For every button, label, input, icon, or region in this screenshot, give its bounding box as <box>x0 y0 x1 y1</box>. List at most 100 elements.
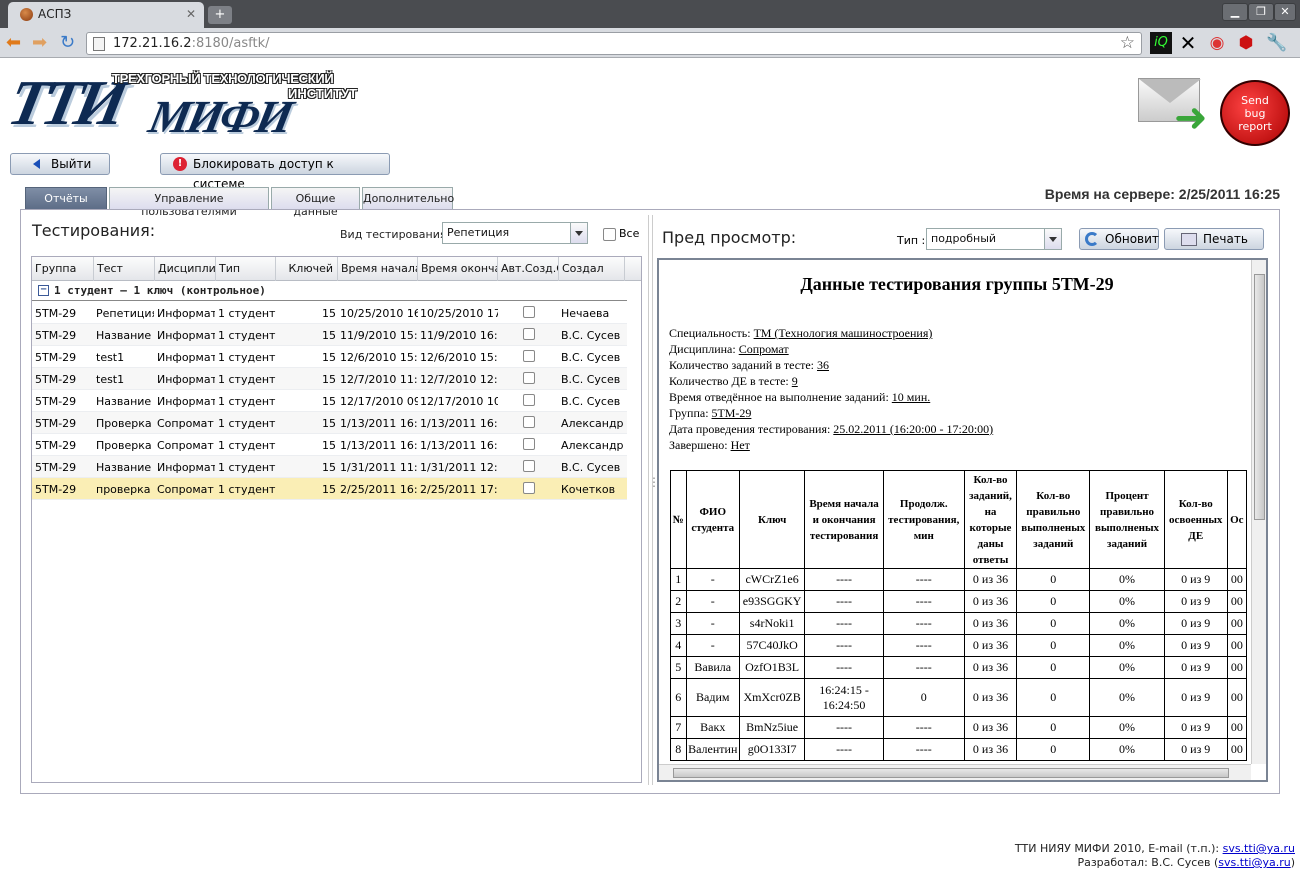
exit-button[interactable]: Выйти <box>10 153 110 175</box>
auto-created-checkbox[interactable] <box>523 460 535 472</box>
tab-user-management[interactable]: Управление пользователями <box>109 187 269 218</box>
table-row[interactable]: 5ТМ-29 test1 Информати1 студент – 15 12/7/20… <box>32 368 627 390</box>
tab-general-data[interactable]: Общие данные <box>271 187 360 218</box>
footer-email-link[interactable]: svs.tti@ya.ru <box>1223 842 1295 855</box>
splitter-handle[interactable] <box>648 215 660 785</box>
report-cell: 0 из 9 <box>1163 568 1228 591</box>
report-cell: 0% <box>1089 716 1165 739</box>
table-row[interactable]: 5ТМ-29 Проверка Сопромат 1 студент – 15 1/13/… <box>32 412 627 434</box>
cell-keys: 15 <box>322 329 336 342</box>
col-start-time[interactable]: Время начала <box>338 257 418 281</box>
back-triangle-icon <box>33 159 40 169</box>
table-row[interactable]: 5ТМ-29 Название тИнформати1 студент – 15 11… <box>32 324 627 346</box>
auto-created-checkbox[interactable] <box>523 372 535 384</box>
new-tab-button[interactable]: + <box>208 6 232 24</box>
browser-tab[interactable]: АСПЗ ✕ <box>8 2 204 28</box>
table-row[interactable]: 5ТМ-29 РепетицияИнформати1 студент – 15 10/… <box>32 302 627 324</box>
test-type-select[interactable]: Репетиция <box>442 222 588 244</box>
print-button[interactable]: Печать <box>1164 228 1264 250</box>
collapse-icon[interactable]: − <box>38 285 49 296</box>
restore-icon[interactable]: ❐ <box>1248 3 1274 21</box>
vertical-scrollbar[interactable] <box>1251 260 1266 764</box>
report-row: 4-57C40JkO ---- ---- 0 из 36 0 0% 0 из 9 00 <box>670 634 1247 657</box>
iq-extension-icon[interactable]: iQ <box>1150 32 1172 54</box>
col-discipline[interactable]: Дисциплин <box>155 257 216 281</box>
auto-created-checkbox[interactable] <box>523 416 535 428</box>
tab-additional[interactable]: Дополнительно <box>362 187 454 209</box>
scroll-thumb[interactable] <box>1254 274 1265 520</box>
info-value: 5ТМ-29 <box>711 406 752 420</box>
auto-created-checkbox[interactable] <box>523 438 535 450</box>
table-row[interactable]: 5ТМ-29 Название тИнформати1 студент – 15 1/… <box>32 456 627 478</box>
forward-arrow-icon[interactable]: ➡ <box>32 33 47 53</box>
stop-extension-icon[interactable]: ⬢ <box>1235 32 1257 54</box>
tab-title: АСПЗ <box>38 7 72 21</box>
auto-created-checkbox[interactable] <box>523 482 535 494</box>
col-group[interactable]: Группа <box>32 257 94 281</box>
block-access-button[interactable]: ! Блокировать доступ к системе <box>160 153 390 191</box>
cell-group: 5ТМ-29 <box>35 461 77 474</box>
auto-created-checkbox[interactable] <box>523 350 535 362</box>
col-test[interactable]: Тест <box>94 257 155 281</box>
table-row[interactable]: 5ТМ-29 test1 Информати1 студент – 15 12/6/20… <box>32 346 627 368</box>
footer-dev-link[interactable]: svs.tti@ya.ru <box>1218 856 1290 869</box>
report-cell: 4 <box>670 634 687 657</box>
report-info-line: Специальность: ТМ (Технология машиностро… <box>669 326 932 341</box>
report-cell: 0 из 36 <box>963 716 1018 739</box>
report-cell: cWCrZ1e6 <box>739 568 806 591</box>
report-row: 5 Вавила OzfO1B3L ---- ---- 0 из 36 0 0% 0 из 90… <box>670 656 1247 679</box>
cell-group: 5ТМ-29 <box>35 329 77 342</box>
cell-keys: 15 <box>322 483 336 496</box>
col-keys[interactable]: Ключей <box>276 257 338 281</box>
col-created-by[interactable]: Создал <box>559 257 625 281</box>
chevron-down-icon[interactable] <box>570 223 587 243</box>
preview-type-select[interactable]: подробный <box>926 228 1062 250</box>
all-checkbox[interactable] <box>603 228 616 241</box>
auto-created-checkbox[interactable] <box>523 394 535 406</box>
minimize-icon[interactable]: ▁ <box>1222 3 1248 21</box>
address-bar[interactable]: 172.21.16.2:8180/asftk/ ☆ <box>86 32 1142 55</box>
chrome-extension-icon[interactable]: ◉ <box>1206 32 1228 54</box>
close-window-icon[interactable]: ✕ <box>1274 3 1296 21</box>
report-cell: g0O133I7 <box>739 738 806 761</box>
x-extension-icon[interactable]: ✕ <box>1177 32 1199 54</box>
cell-type: 1 студент – <box>218 417 276 430</box>
bookmark-star-icon[interactable]: ☆ <box>1120 33 1135 53</box>
table-row[interactable]: 5ТМ-29 Проверка Сопромат 1 студент – 15 1/13/… <box>32 434 627 456</box>
col-type[interactable]: Тип <box>216 257 276 281</box>
horizontal-scrollbar[interactable] <box>659 764 1251 780</box>
footer-line1: ТТИ НИЯУ МИФИ 2010, E-mail (т.п.): <box>1014 842 1223 855</box>
auto-created-checkbox[interactable] <box>523 328 535 340</box>
reload-icon[interactable]: ↻ <box>60 33 75 53</box>
report-cell: 7 <box>670 716 687 739</box>
auto-created-checkbox[interactable] <box>523 306 535 318</box>
table-row[interactable]: 5ТМ-29 проверка Сопромат 1 студент – 15 2/25/… <box>32 478 627 500</box>
report-cell: Валентин <box>685 738 741 761</box>
cell-discipline: Сопромат <box>157 483 214 496</box>
cell-start: 10/25/2010 16:5 <box>340 307 418 320</box>
report-cell: 0% <box>1089 590 1165 613</box>
back-arrow-icon[interactable]: ⬅ <box>6 33 21 53</box>
col-end-time[interactable]: Время оконча <box>418 257 498 281</box>
group-row[interactable]: − 1 студент – 1 ключ (контрольное) <box>32 281 627 301</box>
report-cell: 0 из 9 <box>1163 634 1228 657</box>
send-bug-report-button[interactable]: ➜ Send bug report <box>1136 66 1296 156</box>
report-cell: ---- <box>882 568 965 591</box>
report-cell: 0 из 9 <box>1163 716 1228 739</box>
col-auto-created[interactable]: Авт.Созд.С <box>498 257 559 281</box>
close-tab-icon[interactable]: ✕ <box>186 7 196 21</box>
report-cell: 57C40JkO <box>739 634 806 657</box>
report-cell: 0 из 36 <box>963 738 1018 761</box>
wrench-icon[interactable]: 🔧 <box>1266 32 1288 54</box>
cell-type: 1 студент – <box>218 395 276 408</box>
h-scroll-thumb[interactable] <box>673 768 1229 778</box>
browser-toolbar: ⬅ ➡ ↻ 172.21.16.2:8180/asftk/ ☆ iQ ✕ ◉ ⬢… <box>0 28 1300 58</box>
server-time: Время на сервере: 2/25/2011 16:25 <box>1044 186 1280 202</box>
cell-test: Репетиция <box>96 307 154 320</box>
refresh-button[interactable]: Обновит <box>1079 228 1159 250</box>
tab-reports[interactable]: Отчёты <box>25 187 107 209</box>
report-cell: 16:24:15 - 16:24:50 <box>804 678 884 717</box>
chevron-down-icon[interactable] <box>1044 229 1061 249</box>
report-cell: 0 <box>1016 568 1091 591</box>
table-row[interactable]: 5ТМ-29 Название тИнформати1 студент – 15 12… <box>32 390 627 412</box>
